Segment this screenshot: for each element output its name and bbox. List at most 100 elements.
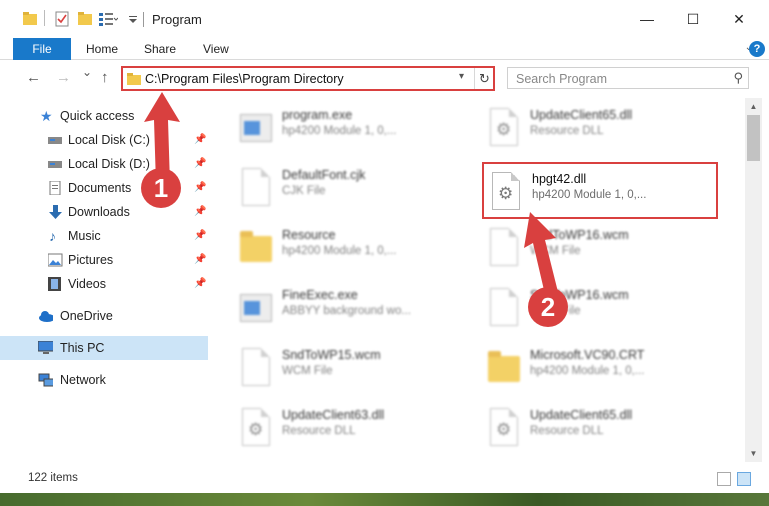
- list-item[interactable]: ⚙ UpdateClient65.dll Resource DLL: [484, 102, 724, 158]
- tab-view[interactable]: View: [203, 38, 229, 60]
- pin-icon[interactable]: 📌: [194, 224, 206, 248]
- file-type: CJK File: [282, 185, 326, 197]
- item-count: 122 items: [28, 472, 78, 484]
- download-icon: [49, 205, 62, 219]
- file-icon: [236, 166, 276, 210]
- disk-icon: [48, 137, 62, 144]
- desktop-background: [0, 493, 769, 506]
- details-view-icon[interactable]: [717, 472, 731, 486]
- forward-button[interactable]: →: [56, 69, 71, 86]
- toolbar-divider: [44, 10, 45, 26]
- pc-icon: [38, 341, 53, 354]
- list-item[interactable]: program.exe hp4200 Module 1, 0,...: [236, 102, 476, 158]
- list-item[interactable]: ⚙ UpdateClient63.dll Resource DLL: [236, 402, 476, 458]
- app-icon: [236, 286, 276, 330]
- close-button[interactable]: ✕: [716, 0, 762, 38]
- pin-icon[interactable]: 📌: [194, 128, 206, 152]
- star-icon: ★: [40, 108, 53, 124]
- file-type: Resource DLL: [530, 125, 604, 137]
- refresh-icon[interactable]: ↻: [474, 68, 494, 89]
- navigation-bar: ← → ⌄ ↑ C:\Program Files\Program Directo…: [0, 61, 769, 95]
- scroll-thumb[interactable]: [747, 115, 760, 161]
- recent-locations-button[interactable]: ⌄: [82, 65, 92, 79]
- pin-icon[interactable]: 📌: [194, 200, 206, 224]
- ribbon: File Home Share View ⌄ ?: [0, 38, 769, 60]
- sidebar-item-music[interactable]: ♪ Music 📌: [0, 224, 208, 248]
- file-list: program.exe hp4200 Module 1, 0,... ⚙ Upd…: [212, 98, 744, 460]
- search-input[interactable]: Search Program: [516, 72, 607, 86]
- disk-icon: [48, 161, 62, 168]
- file-name: hpgt42.dll: [532, 172, 587, 186]
- sidebar-item-label: OneDrive: [60, 309, 113, 323]
- maximize-button[interactable]: ☐: [670, 0, 716, 38]
- annotation-badge-1: 1: [141, 168, 181, 208]
- file-type: hp4200 Module 1, 0,...: [282, 245, 397, 257]
- list-item[interactable]: SndToWP15.wcm WCM File: [236, 342, 476, 398]
- file-type: Resource DLL: [282, 425, 356, 437]
- file-name: UpdateClient65.dll: [530, 408, 633, 422]
- list-item[interactable]: Microsoft.VC90.CRT hp4200 Module 1, 0,..…: [484, 342, 724, 398]
- vertical-scrollbar[interactable]: ▲ ▼: [745, 98, 762, 462]
- pin-icon[interactable]: 📌: [194, 248, 206, 272]
- folder-icon: [236, 226, 276, 270]
- title-bar: Program — ☐ ✕: [0, 0, 769, 38]
- file-type: hp4200 Module 1, 0,...: [532, 189, 647, 201]
- title-divider: [143, 12, 144, 27]
- pin-icon[interactable]: 📌: [194, 272, 206, 296]
- cloud-icon: [39, 311, 53, 322]
- window-title: Program: [152, 12, 202, 27]
- sidebar-item-network[interactable]: Network: [0, 368, 208, 392]
- sidebar-item-pictures[interactable]: Pictures 📌: [0, 248, 208, 272]
- tab-file[interactable]: File: [13, 38, 71, 60]
- properties-icon[interactable]: [54, 10, 70, 28]
- sidebar-item-this-pc[interactable]: This PC: [0, 336, 208, 360]
- file-icon: [236, 346, 276, 390]
- sidebar-item-label: This PC: [60, 341, 105, 355]
- dll-icon: ⚙: [484, 106, 524, 150]
- folder-icon[interactable]: [22, 10, 38, 28]
- dll-icon: ⚙: [236, 406, 276, 450]
- up-button[interactable]: ↑: [101, 69, 109, 86]
- sidebar-item-label: Local Disk (D:): [68, 157, 150, 171]
- file-type: ABBYY background wo...: [282, 305, 411, 317]
- dll-icon: ⚙: [484, 406, 524, 450]
- search-icon[interactable]: ⚲: [733, 70, 743, 86]
- new-folder-icon[interactable]: [77, 10, 93, 28]
- scroll-down-icon[interactable]: ▼: [745, 445, 762, 462]
- list-item[interactable]: FineExec.exe ABBYY background wo...: [236, 282, 476, 338]
- sidebar-item-downloads[interactable]: Downloads 📌: [0, 200, 208, 224]
- exe-icon: [236, 106, 276, 150]
- help-icon[interactable]: ?: [749, 41, 765, 57]
- file-name: DefaultFont.cjk: [282, 168, 366, 182]
- tab-home[interactable]: Home: [86, 38, 118, 60]
- search-box[interactable]: Search Program ⚲: [507, 67, 749, 89]
- sidebar-item-label: Music: [68, 229, 101, 243]
- sidebar-item-label: Downloads: [68, 205, 130, 219]
- large-icons-view-icon[interactable]: [737, 472, 751, 486]
- explorer-window: Program — ☐ ✕ File Home Share View ⌄ ? ←…: [0, 0, 769, 493]
- sidebar-item-videos[interactable]: Videos 📌: [0, 272, 208, 296]
- file-type: hp4200 Module 1, 0,...: [282, 125, 397, 137]
- file-name: UpdateClient65.dll: [530, 108, 633, 122]
- sidebar-item-label: Documents: [68, 181, 132, 195]
- list-item[interactable]: ⚙ UpdateClient65.dll Resource DLL: [484, 402, 724, 458]
- customize-toolbar-icon[interactable]: [128, 10, 138, 28]
- file-type: Resource DLL: [530, 425, 604, 437]
- file-name: SndToWP15.wcm: [282, 348, 381, 362]
- sidebar-item-label: Quick access: [60, 109, 135, 123]
- list-item[interactable]: Resource hp4200 Module 1, 0,...: [236, 222, 476, 278]
- file-type: WCM File: [282, 365, 333, 377]
- list-item[interactable]: DefaultFont.cjk CJK File: [236, 162, 476, 218]
- pin-icon[interactable]: 📌: [194, 176, 206, 200]
- tab-share[interactable]: Share: [144, 38, 176, 60]
- back-button[interactable]: ←: [26, 69, 41, 86]
- minimize-button[interactable]: —: [624, 0, 670, 38]
- sidebar-item-label: Network: [60, 373, 106, 387]
- chevron-down-icon[interactable]: ▾: [459, 71, 464, 82]
- view-options-icon[interactable]: [98, 10, 118, 28]
- scroll-up-icon[interactable]: ▲: [745, 98, 762, 115]
- file-name: program.exe: [282, 108, 353, 122]
- sidebar-item-onedrive[interactable]: OneDrive: [0, 304, 208, 328]
- pin-icon[interactable]: 📌: [194, 152, 206, 176]
- music-icon: ♪: [49, 228, 56, 244]
